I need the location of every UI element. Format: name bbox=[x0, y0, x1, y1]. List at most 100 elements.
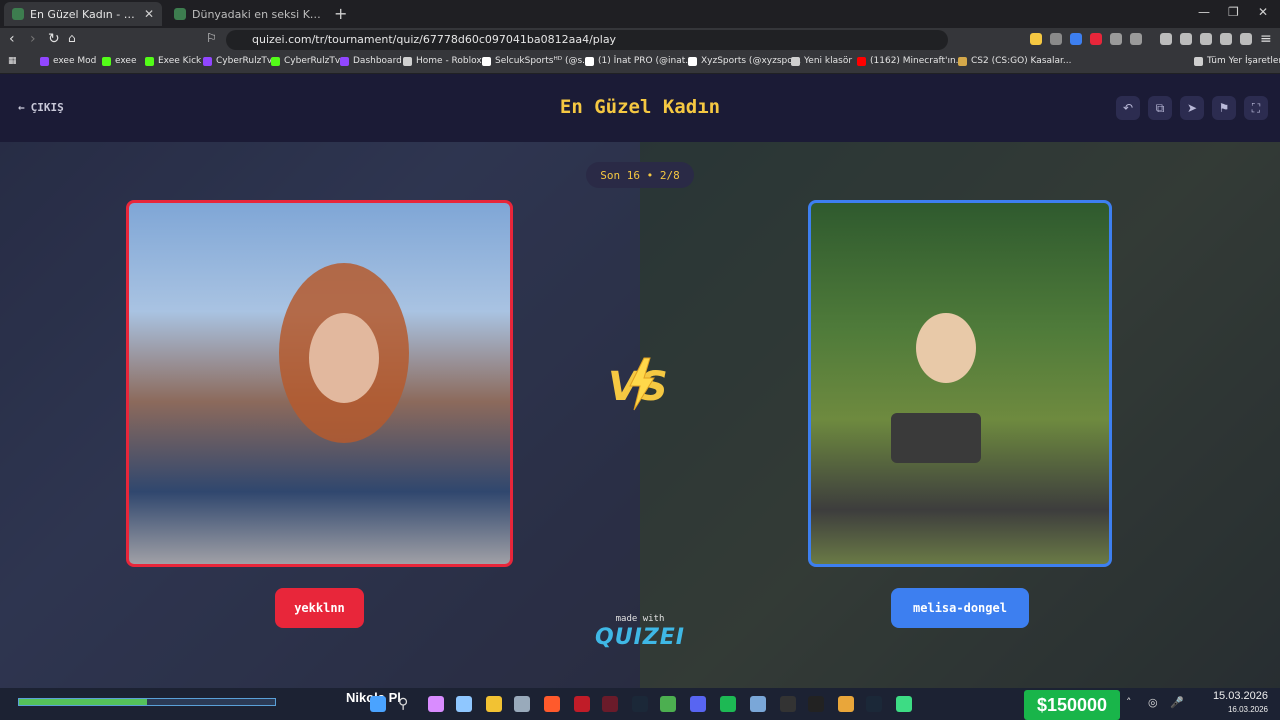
app-icon[interactable] bbox=[896, 696, 912, 712]
widgets-icon[interactable] bbox=[428, 696, 444, 712]
sidebar-icon[interactable] bbox=[1180, 33, 1192, 45]
contender-card-right[interactable] bbox=[808, 200, 1112, 567]
folder-icon bbox=[1194, 56, 1203, 66]
bookmark-label: exee Mod bbox=[53, 56, 97, 66]
exit-label: ÇIKIŞ bbox=[30, 101, 64, 114]
app-icon[interactable] bbox=[838, 696, 854, 712]
tab-favicon-icon bbox=[12, 8, 24, 20]
chevron-up-icon[interactable]: ˄ bbox=[1126, 696, 1142, 712]
quiz-page: ← ÇIKIŞ En Güzel Kadın ↶ ⧉ ➤ ⚑ ⛶ Son 16 … bbox=[0, 74, 1280, 688]
maximize-icon[interactable]: ❐ bbox=[1228, 5, 1239, 19]
choose-left-button[interactable]: yekklnn bbox=[275, 588, 364, 628]
vs-icon: VS bbox=[608, 357, 668, 411]
window-close-icon[interactable]: ✕ bbox=[1258, 5, 1268, 19]
app-icon[interactable] bbox=[750, 696, 766, 712]
network-icon[interactable]: ◎ bbox=[1148, 696, 1164, 712]
bookmark-item[interactable]: SelcukSportsᴴᴰ (@s... bbox=[482, 56, 591, 66]
windows-icon[interactable] bbox=[370, 696, 386, 712]
quizei-logo[interactable]: QUIZEI bbox=[590, 625, 690, 650]
kick-icon bbox=[271, 56, 280, 66]
menu-icon[interactable]: ≡ bbox=[1260, 31, 1272, 47]
copy-icon[interactable]: ⧉ bbox=[1148, 96, 1172, 120]
extension-icon[interactable] bbox=[1070, 33, 1082, 45]
bookmark-label: SelcukSportsᴴᴰ (@s... bbox=[495, 56, 591, 66]
app-icon[interactable] bbox=[602, 696, 618, 712]
clock-time: 15.03.2026 bbox=[1212, 690, 1268, 702]
extension-icon[interactable] bbox=[1130, 33, 1142, 45]
bookmark-item[interactable]: CS2 (CS:GO) Kasalar... bbox=[958, 56, 1072, 66]
taskbar: Nikola Pl ⚲ $150000 ˄ ◎ 🎤 15.03.2026 16.… bbox=[0, 688, 1280, 720]
extension-icon[interactable] bbox=[1090, 33, 1102, 45]
bookmark-item[interactable]: Home - Roblox bbox=[403, 56, 482, 66]
steam-icon[interactable] bbox=[632, 696, 648, 712]
contender-card-left[interactable] bbox=[126, 200, 513, 567]
apps-icon[interactable]: ▦ bbox=[8, 56, 17, 66]
new-tab-icon[interactable]: + bbox=[334, 4, 347, 23]
bookmark-item[interactable]: CyberRulzTv bbox=[203, 56, 272, 66]
bookmark-icon[interactable]: ⚐ bbox=[206, 31, 217, 45]
bookmark-item[interactable]: (1) İnat PRO (@inat... bbox=[585, 56, 694, 66]
puzzle-icon[interactable] bbox=[1110, 33, 1122, 45]
microphone-icon[interactable]: 🎤 bbox=[1170, 696, 1186, 712]
back-icon[interactable]: ‹ bbox=[9, 31, 15, 47]
shield-icon[interactable] bbox=[1240, 33, 1252, 45]
x-icon bbox=[585, 56, 594, 66]
app-icon[interactable] bbox=[456, 696, 472, 712]
extension-icon[interactable] bbox=[1030, 33, 1042, 45]
exit-button[interactable]: ← ÇIKIŞ bbox=[18, 101, 64, 114]
minimize-icon[interactable]: — bbox=[1198, 5, 1210, 19]
clock-date: 16.03.2026 bbox=[1227, 705, 1268, 714]
bookmark-label: exee bbox=[115, 56, 137, 66]
choose-right-button[interactable]: melisa-dongel bbox=[891, 588, 1029, 628]
store-icon[interactable] bbox=[514, 696, 530, 712]
bookmark-label: (1162) Minecraft'ın... bbox=[870, 56, 965, 66]
ai-icon[interactable] bbox=[1220, 33, 1232, 45]
address-bar[interactable]: quizei.com/tr/tournament/quiz/67778d60c0… bbox=[226, 30, 948, 50]
arrow-left-icon: ← bbox=[18, 101, 25, 114]
music-icon[interactable] bbox=[1160, 33, 1172, 45]
bookmark-item[interactable]: CyberRulzTv bbox=[271, 56, 340, 66]
all-bookmarks[interactable]: Tüm Yer İşaretleri bbox=[1194, 56, 1280, 66]
home-icon[interactable]: ⌂ bbox=[68, 31, 76, 45]
game-progress-bar bbox=[18, 698, 276, 706]
roblox-icon bbox=[403, 56, 412, 66]
forward-icon[interactable]: › bbox=[30, 31, 36, 47]
url-text: quizei.com/tr/tournament/quiz/67778d60c0… bbox=[252, 33, 617, 46]
send-icon[interactable]: ➤ bbox=[1180, 96, 1204, 120]
kick-icon bbox=[145, 56, 154, 66]
app-icon[interactable] bbox=[574, 696, 590, 712]
page-title: En Güzel Kadın bbox=[559, 96, 721, 118]
bookmark-item[interactable]: Dashboard bbox=[340, 56, 402, 66]
bookmark-item[interactable]: (1162) Minecraft'ın... bbox=[857, 56, 964, 66]
close-icon[interactable]: ✕ bbox=[144, 7, 154, 21]
bookmark-label: Yeni klasör bbox=[804, 56, 853, 66]
round-badge: Son 16 • 2/8 bbox=[586, 162, 694, 188]
bookmark-item[interactable]: exee Mod bbox=[40, 56, 96, 66]
app-icon[interactable] bbox=[780, 696, 796, 712]
flag-icon[interactable]: ⚑ bbox=[1212, 96, 1236, 120]
extension-icon[interactable] bbox=[1050, 33, 1062, 45]
bookmark-item[interactable]: exee bbox=[102, 56, 137, 66]
app-icon[interactable] bbox=[808, 696, 824, 712]
bookmark-item[interactable]: Yeni klasör bbox=[791, 56, 852, 66]
bookmark-item[interactable]: Exee Kick bbox=[145, 56, 201, 66]
spotify-icon[interactable] bbox=[720, 696, 736, 712]
search-icon[interactable]: ⚲ bbox=[398, 696, 414, 712]
undo-icon[interactable]: ↶ bbox=[1116, 96, 1140, 120]
chrome-icon[interactable] bbox=[660, 696, 676, 712]
system-clock[interactable]: 15.03.2026 16.03.2026 bbox=[1202, 689, 1268, 717]
bookmark-item[interactable]: XyzSports (@xyzspo... bbox=[688, 56, 801, 66]
folder-icon[interactable] bbox=[486, 696, 502, 712]
fullscreen-icon[interactable]: ⛶ bbox=[1244, 96, 1268, 120]
kick-icon bbox=[102, 56, 111, 66]
cs2-icon bbox=[958, 56, 967, 66]
wallet-icon[interactable] bbox=[1200, 33, 1212, 45]
reload-icon[interactable]: ↻ bbox=[48, 31, 60, 47]
browser-tab[interactable]: Dünyadaki en seksi Kadın kim - Tier L bbox=[166, 2, 330, 26]
discord-icon[interactable] bbox=[690, 696, 706, 712]
contender-photo bbox=[891, 413, 981, 463]
steam-icon[interactable] bbox=[866, 696, 882, 712]
browser-tab-active[interactable]: En Güzel Kadın - Tier List, Kör Se ✕ bbox=[4, 2, 162, 26]
contender-face bbox=[309, 313, 379, 403]
brave-icon[interactable] bbox=[544, 696, 560, 712]
